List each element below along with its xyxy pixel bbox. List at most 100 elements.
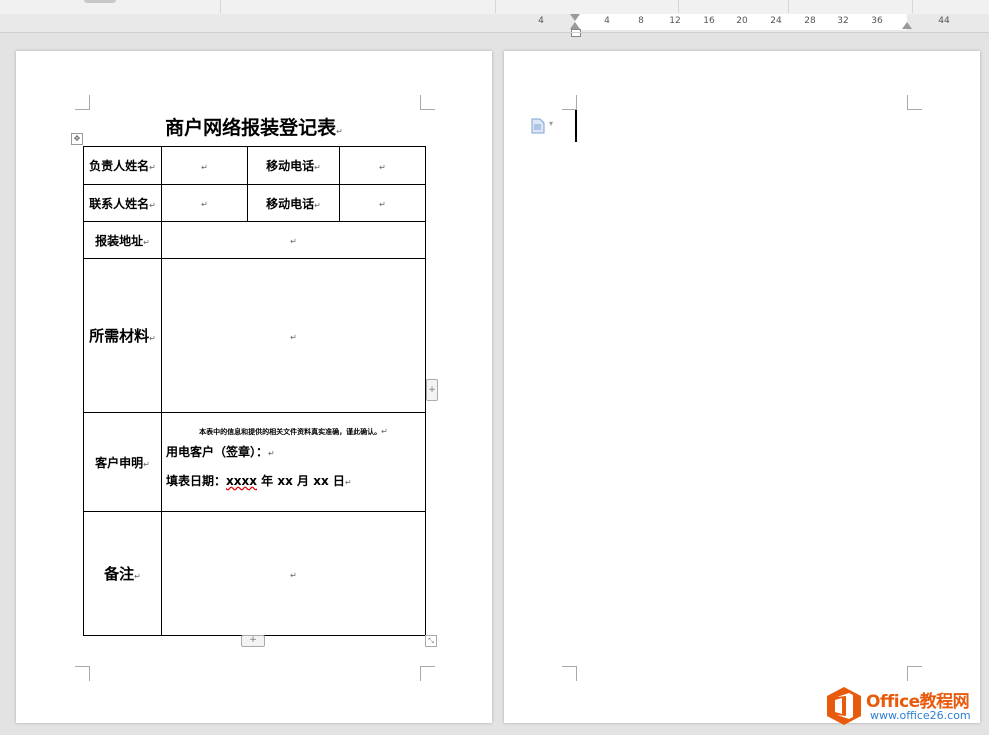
ruler-tick: 24 [770,16,782,26]
ruler-tick: 8 [638,16,644,26]
paragraph-mark: ↵ [336,127,343,136]
table-row: 报装地址↵ ↵ [83,221,426,259]
paragraph-mark: ↵ [149,334,156,343]
document-icon[interactable] [531,118,545,134]
registration-form-table: 负责人姓名↵ ↵ 移动电话↵ ↵ 联系人姓名↵ ↵ 移动电话↵ ↵ 报装地址↵ … [83,146,426,636]
fill-date-line: 填表日期：xxxx 年 xx 月 xx 日↵ [166,472,421,489]
add-row-button[interactable]: + [241,635,265,647]
fill-date-day: xx [313,474,329,488]
text-cursor [575,110,577,142]
ruler-tick: 28 [804,16,816,26]
ruler-tick: 16 [703,16,715,26]
remarks-value-cell[interactable]: ↵ [161,511,426,636]
margin-corner-mark [75,95,90,110]
margin-corner-mark [420,95,435,110]
table-resize-handle-icon[interactable]: ⤡ [425,635,437,647]
ruler-tick: 4 [604,16,610,26]
paragraph-mark: ↵ [149,163,156,172]
paragraph-mark: ↵ [379,200,386,209]
paragraph-mark: ↵ [149,200,156,210]
margin-corner-mark [907,666,922,681]
document-page-1[interactable]: 商户网络报装登记表↵ ✥ 负责人姓名↵ ↵ 移动电话↵ ↵ 联系人姓名↵ ↵ 移… [16,51,492,723]
add-column-button[interactable]: + [426,379,438,401]
materials-value-cell[interactable]: ↵ [161,258,426,413]
paragraph-mark: ↵ [143,237,150,247]
margin-corner-mark [562,95,577,110]
ruler-tick: 36 [871,16,883,26]
first-line-indent-marker[interactable] [570,14,580,21]
left-indent-marker[interactable] [571,29,581,37]
materials-label-cell[interactable]: 所需材料↵ [83,258,162,413]
ruler-tick: 20 [736,16,748,26]
toolbar-separator [495,0,496,13]
ruler-tick: 44 [938,16,950,26]
contact-name-label-cell[interactable]: 联系人姓名↵ [83,184,162,222]
owner-name-label: 负责人姓名 [89,159,150,173]
document-title[interactable]: 商户网络报装登记表↵ [16,113,492,140]
document-page-2[interactable]: ▾ [504,51,980,723]
address-label-cell[interactable]: 报装地址↵ [83,221,162,259]
toolbar-separator [788,0,789,13]
ruler-tick: 12 [669,16,681,26]
table-row: 联系人姓名↵ ↵ 移动电话↵ ↵ [83,184,426,222]
dropdown-arrow-icon[interactable]: ▾ [549,119,553,128]
office26-logo: Office教程网 www.office26.com [826,686,986,726]
fill-date-day-unit: 日 [332,474,345,488]
contact-phone-value-cell[interactable]: ↵ [339,184,426,222]
owner-name-value-cell[interactable]: ↵ [161,146,248,185]
toolbar-button-stub[interactable] [84,0,116,3]
remarks-label: 备注 [104,565,135,583]
contact-phone-label-cell[interactable]: 移动电话↵ [247,184,340,222]
fill-date-label: 填表日期： [166,474,227,488]
address-value-cell[interactable]: ↵ [161,221,426,259]
table-row: 所需材料↵ ↵ [83,258,426,413]
owner-name-label-cell[interactable]: 负责人姓名↵ [83,146,162,185]
paragraph-mark: ↵ [290,570,297,580]
materials-label: 所需材料 [89,327,150,345]
declaration-content-cell[interactable]: 本表中的信息和提供的相关文件资料真实准确，谨此确认。↵ 用电客户（签章）：↵ 填… [161,412,426,512]
paragraph-mark: ↵ [381,427,388,436]
contact-name-value-cell[interactable]: ↵ [161,184,248,222]
margin-corner-mark [75,666,90,681]
ruler-divider [0,32,989,33]
fill-date-month-unit: 月 [297,474,310,488]
table-row: 负责人姓名↵ ↵ 移动电话↵ ↵ [83,146,426,185]
margin-corner-mark [420,666,435,681]
declaration-note: 本表中的信息和提供的相关文件资料真实准确，谨此确认。↵ [166,427,421,437]
toolbar-separator [678,0,679,13]
declaration-note-text: 本表中的信息和提供的相关文件资料真实准确，谨此确认。 [199,428,382,436]
toolbar-separator [220,0,221,13]
signature-label: 用电客户（签章）： [166,445,269,459]
document-title-text: 商户网络报装登记表 [165,117,337,139]
paragraph-mark: ↵ [134,572,141,581]
fill-date-year: xxxx [226,474,257,488]
toolbar-separator [912,0,913,13]
paragraph-mark: ↵ [201,200,208,209]
fill-date-year-unit: 年 [261,474,274,488]
paragraph-mark: ↵ [314,200,321,210]
hanging-indent-marker[interactable] [570,22,580,29]
ruler-tick: 32 [837,16,849,26]
paragraph-mark: ↵ [201,162,208,172]
owner-phone-label: 移动电话 [266,159,315,173]
paragraph-mark: ↵ [290,332,297,342]
office-logo-icon [827,687,861,725]
owner-phone-value-cell[interactable]: ↵ [339,146,426,185]
logo-url: www.office26.com [870,709,971,722]
declaration-label-cell[interactable]: 客户申明↵ [83,412,162,512]
declaration-label: 客户申明 [95,455,144,470]
paragraph-mark: ↵ [290,237,297,246]
signature-line: 用电客户（签章）：↵ [166,443,421,460]
contact-name-label: 联系人姓名 [89,196,150,211]
right-indent-marker[interactable] [902,22,912,29]
contact-phone-label: 移动电话 [266,196,315,211]
fill-date-month: xx [277,474,293,488]
ruler-tick: 4 [538,16,544,26]
owner-phone-label-cell[interactable]: 移动电话↵ [247,146,340,185]
table-move-handle-icon[interactable]: ✥ [71,133,83,145]
table-row: 备注↵ ↵ [83,511,426,636]
table-row: 客户申明↵ 本表中的信息和提供的相关文件资料真实准确，谨此确认。↵ 用电客户（签… [83,412,426,512]
paragraph-mark: ↵ [143,459,150,469]
remarks-label-cell[interactable]: 备注↵ [83,511,162,636]
horizontal-ruler[interactable]: 4 4 8 12 16 20 24 28 32 36 44 [0,14,989,37]
